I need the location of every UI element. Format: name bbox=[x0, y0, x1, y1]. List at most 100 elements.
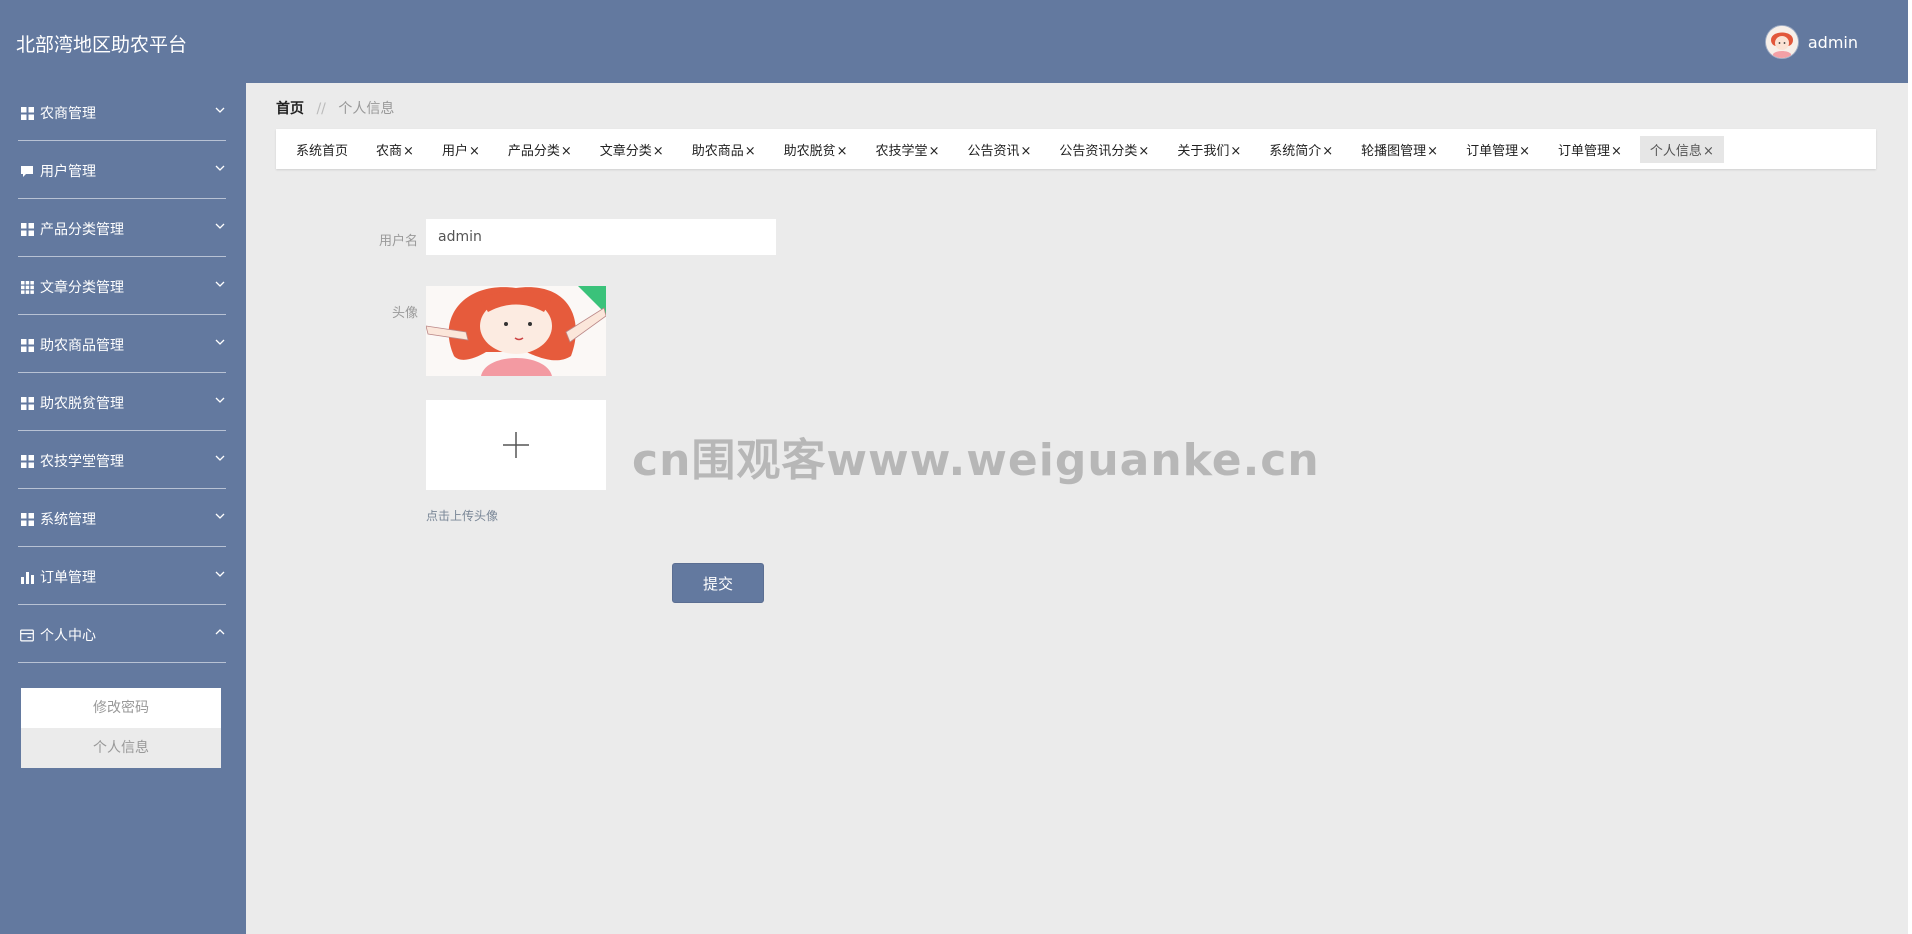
chevron-up-icon bbox=[214, 626, 226, 638]
sidebar-item-row: 系统管理 bbox=[20, 509, 96, 529]
avatar-uploader[interactable] bbox=[426, 400, 606, 490]
tab-label: 轮播图管理 bbox=[1361, 143, 1427, 159]
avatar-preview-image bbox=[426, 286, 606, 376]
avatar[interactable] bbox=[1765, 26, 1798, 58]
tab-7[interactable]: 农技学堂× bbox=[866, 136, 950, 163]
sidebar-item-row: 助农脱贫管理 bbox=[20, 393, 124, 413]
sidebar-menu: 农商管理用户管理产品分类管理文章分类管理助农商品管理 助农脱贫管理 农技学堂管理 系统… bbox=[0, 83, 246, 663]
tab-label: 产品分类 bbox=[507, 143, 560, 159]
chevron-down-icon bbox=[214, 278, 226, 290]
grid-icon bbox=[20, 222, 34, 236]
sidebar-item-8[interactable]: 订单管理 bbox=[0, 547, 246, 605]
grid-icon bbox=[20, 106, 34, 120]
grid-icon bbox=[20, 338, 34, 352]
grid-icon bbox=[20, 512, 34, 526]
sidebar-item-6[interactable]: 农技学堂管理 bbox=[0, 431, 246, 489]
chevron-down-icon bbox=[214, 452, 226, 464]
tab-9[interactable]: 公告资讯分类× bbox=[1049, 136, 1159, 163]
card-icon bbox=[20, 628, 34, 642]
tab-13[interactable]: 订单管理× bbox=[1456, 136, 1540, 163]
close-icon[interactable]: × bbox=[469, 144, 480, 159]
plus-icon bbox=[503, 432, 529, 458]
tab-label: 系统首页 bbox=[296, 143, 349, 159]
tab-label: 文章分类 bbox=[599, 143, 652, 159]
close-icon[interactable]: × bbox=[1427, 144, 1438, 159]
tab-label: 公告资讯分类 bbox=[1059, 143, 1138, 159]
submit-button[interactable]: 提交 bbox=[672, 563, 764, 603]
close-icon[interactable]: × bbox=[1230, 144, 1241, 159]
tab-label: 农技学堂 bbox=[875, 143, 928, 159]
tab-11[interactable]: 系统简介× bbox=[1259, 136, 1343, 163]
tab-2[interactable]: 用户× bbox=[432, 136, 490, 163]
chevron-down-icon bbox=[214, 568, 226, 580]
tab-4[interactable]: 文章分类× bbox=[590, 136, 674, 163]
sidebar-item-row: 产品分类管理 bbox=[20, 219, 124, 239]
chevron-down-icon bbox=[214, 510, 226, 522]
tab-0[interactable]: 系统首页 bbox=[286, 136, 358, 163]
tab-label: 关于我们 bbox=[1177, 143, 1230, 159]
sidebar-item-5[interactable]: 助农脱贫管理 bbox=[0, 373, 246, 431]
close-icon[interactable]: × bbox=[745, 144, 756, 159]
sidebar-item-row: 农商管理 bbox=[20, 103, 96, 123]
user-menu[interactable]: admin bbox=[1765, 26, 1858, 58]
sidebar-item-2[interactable]: 产品分类管理 bbox=[0, 199, 246, 257]
chevron-down-icon bbox=[214, 336, 226, 348]
sidebar-item-label: 文章分类管理 bbox=[40, 280, 124, 296]
sidebar-item-row: 农技学堂管理 bbox=[20, 451, 124, 471]
chevron-down-icon bbox=[214, 104, 226, 116]
avatar-label: 头像 bbox=[391, 306, 418, 321]
sidebar-item-label: 用户管理 bbox=[40, 164, 96, 180]
close-icon[interactable]: × bbox=[1322, 144, 1333, 159]
tab-label: 助农脱贫 bbox=[783, 143, 836, 159]
tab-3[interactable]: 产品分类× bbox=[498, 136, 582, 163]
sidebar-item-1[interactable]: 用户管理 bbox=[0, 141, 246, 199]
grid-icon bbox=[20, 396, 34, 410]
close-icon[interactable]: × bbox=[1703, 144, 1714, 159]
breadcrumb-home[interactable]: 首页 bbox=[276, 101, 304, 117]
tab-10[interactable]: 关于我们× bbox=[1167, 136, 1251, 163]
close-icon[interactable]: × bbox=[561, 144, 572, 159]
close-icon[interactable]: × bbox=[837, 144, 848, 159]
sidebar-item-9[interactable]: 个人中心 bbox=[0, 605, 246, 663]
username-input[interactable] bbox=[426, 219, 776, 255]
sidebar-item-row: 订单管理 bbox=[20, 567, 96, 587]
sidebar-divider bbox=[18, 662, 226, 663]
breadcrumb: 首页 // 个人信息 bbox=[276, 98, 394, 118]
user-name[interactable]: admin bbox=[1808, 33, 1858, 52]
tab-8[interactable]: 公告资讯× bbox=[957, 136, 1041, 163]
sidebar: 农商管理用户管理产品分类管理文章分类管理助农商品管理 助农脱贫管理 农技学堂管理 系统… bbox=[0, 83, 246, 934]
close-icon[interactable]: × bbox=[653, 144, 664, 159]
sidebar-item-7[interactable]: 系统管理 bbox=[0, 489, 246, 547]
watermark: cn围观客www.weiguanke.cn bbox=[632, 435, 1320, 486]
tab-label: 个人信息 bbox=[1649, 143, 1702, 159]
tab-12[interactable]: 轮播图管理× bbox=[1351, 136, 1448, 163]
table-icon bbox=[20, 280, 34, 294]
tab-label: 订单管理 bbox=[1466, 143, 1519, 159]
bar-chart-icon bbox=[20, 570, 34, 584]
sidebar-item-label: 个人中心 bbox=[40, 628, 96, 644]
breadcrumb-separator: // bbox=[316, 101, 326, 117]
grid-icon bbox=[20, 454, 34, 468]
tab-6[interactable]: 助农脱贫× bbox=[774, 136, 858, 163]
submenu-item-profile[interactable]: 个人信息 bbox=[21, 728, 221, 768]
close-icon[interactable]: × bbox=[1611, 144, 1622, 159]
sidebar-item-row: 用户管理 bbox=[20, 161, 96, 181]
close-icon[interactable]: × bbox=[929, 144, 940, 159]
close-icon[interactable]: × bbox=[1519, 144, 1530, 159]
sidebar-item-0[interactable]: 农商管理 bbox=[0, 83, 246, 141]
tab-5[interactable]: 助农商品× bbox=[682, 136, 766, 163]
tab-label: 订单管理 bbox=[1558, 143, 1611, 159]
sidebar-item-row: 助农商品管理 bbox=[20, 335, 124, 355]
window-edge bbox=[1908, 0, 1912, 934]
close-icon[interactable]: × bbox=[403, 144, 414, 159]
sidebar-item-3[interactable]: 文章分类管理 bbox=[0, 257, 246, 315]
sidebar-item-label: 订单管理 bbox=[40, 570, 96, 586]
close-icon[interactable]: × bbox=[1138, 144, 1149, 159]
tab-1[interactable]: 农商× bbox=[366, 136, 424, 163]
sidebar-item-4[interactable]: 助农商品管理 bbox=[0, 315, 246, 373]
tab-15[interactable]: 个人信息× bbox=[1639, 135, 1724, 163]
submenu-item-change-password[interactable]: 修改密码 bbox=[21, 688, 221, 728]
tab-14[interactable]: 订单管理× bbox=[1548, 136, 1632, 163]
chevron-down-icon bbox=[214, 394, 226, 406]
close-icon[interactable]: × bbox=[1020, 144, 1031, 159]
